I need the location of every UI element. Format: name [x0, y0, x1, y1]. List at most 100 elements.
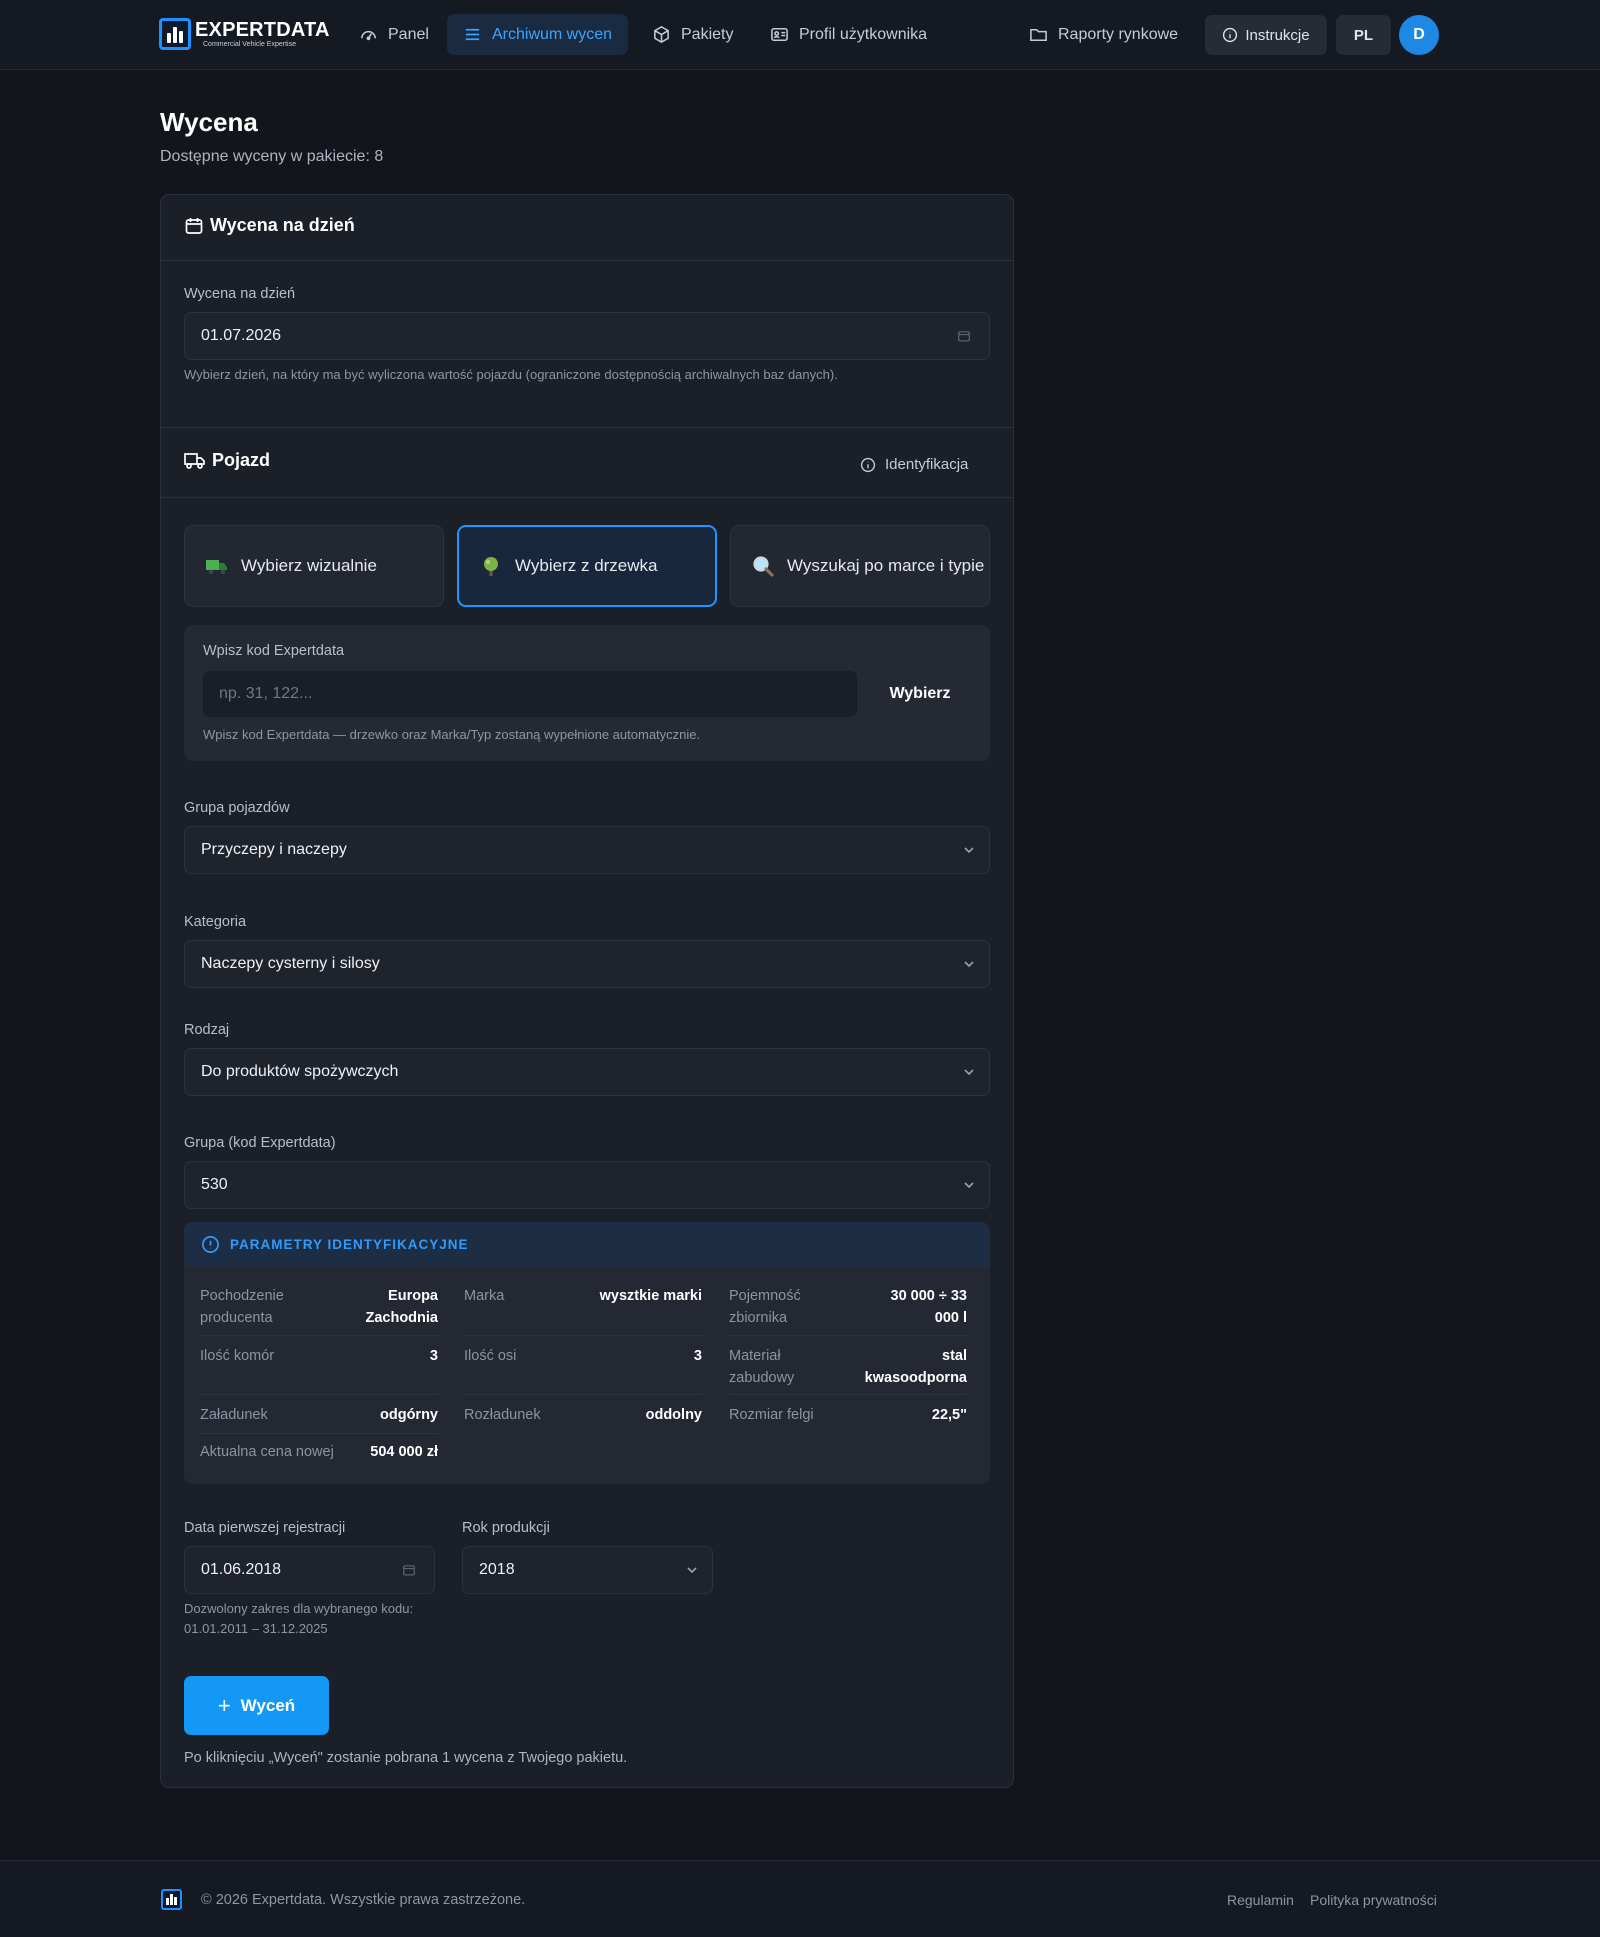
valuation-date-value: 01.07.2026 [201, 327, 282, 344]
footer: © 2026 Expertdata. Wszystkie prawa zastr… [0, 1860, 1600, 1937]
nav-packages[interactable]: Pakiety [636, 14, 749, 55]
chevron-down-icon [964, 1182, 974, 1189]
list-icon [465, 28, 480, 41]
identification-params-panel: PARAMETRY IDENTYFIKACYJNE Pochodzenie pro… [184, 1222, 990, 1484]
vehicle-group-select[interactable]: Przyczepy i naczepy [184, 826, 990, 874]
registration-date-input[interactable]: 01.06.2018 [184, 1546, 435, 1594]
user-avatar[interactable]: D [1399, 15, 1439, 55]
registration-date-label: Data pierwszej rejestracji [184, 1520, 346, 1536]
folder-icon [1030, 28, 1047, 41]
market-reports-label: Raporty rynkowe [1058, 25, 1179, 43]
brand-logo[interactable]: EXPERTDATA Commercial Vehicle Expertise [159, 18, 330, 50]
footer-copyright: © 2026 Expertdata. Wszystkie prawa zastr… [201, 1892, 526, 1908]
nav-profile[interactable]: Profil użytkownika [754, 14, 943, 55]
gauge-icon [361, 30, 376, 41]
param-value: 504 000 zł [370, 1444, 438, 1460]
valuation-card: Wycena na dzień Wycena na dzień 01.07.20… [160, 194, 1014, 1788]
params-header: PARAMETRY IDENTYFIKACYJNE [184, 1222, 990, 1266]
param-value: 30 000 ÷ 33 [890, 1288, 968, 1304]
calendar-picker-icon[interactable] [402, 1563, 416, 1577]
param-key: Marka [464, 1288, 505, 1304]
param-key: Aktualna cena nowej [200, 1444, 334, 1460]
instructions-button[interactable]: Instrukcje [1205, 15, 1327, 55]
kind-label: Rodzaj [184, 1022, 230, 1038]
code-select-button[interactable]: Wybierz [870, 671, 970, 717]
registration-range-hint: Dozwolony zakres dla wybranego kodu: 01.… [184, 1601, 414, 1636]
code-input[interactable]: np. 31, 122... [203, 671, 857, 717]
category-label: Kategoria [184, 914, 247, 930]
language-switch[interactable]: PL [1336, 15, 1391, 55]
page-title: Wycena [160, 107, 258, 137]
param-key: Pojemność [729, 1288, 801, 1304]
param-value: Europa [388, 1288, 438, 1304]
kind-select[interactable]: Do produktów spożywczych [184, 1048, 990, 1096]
id-card-icon [771, 28, 788, 41]
param-key: Załadunek [200, 1407, 268, 1423]
param-value: oddolny [645, 1407, 702, 1423]
language-label: PL [1353, 26, 1374, 44]
calendar-picker-icon[interactable] [957, 329, 971, 343]
info-circle-icon [860, 457, 876, 472]
param-value: stal [942, 1348, 967, 1364]
logo-chart-icon [159, 18, 191, 50]
avatar-initial: D [1413, 26, 1425, 43]
market-reports-link[interactable]: Raporty rynkowe [1013, 14, 1194, 55]
param-value: 3 [429, 1348, 438, 1364]
vehicle-section-header: Pojazd Identyfikacja [161, 427, 1013, 498]
valuation-date-input[interactable]: 01.07.2026 [184, 312, 990, 360]
option-select-tree[interactable]: Wybierz z drzewka [457, 525, 717, 607]
param-value: wysztkie marki [599, 1288, 702, 1304]
production-year-select[interactable]: 2018 [462, 1546, 713, 1594]
footer-terms-link[interactable]: Regulamin [1227, 1892, 1294, 1908]
param-value: kwasoodporna [864, 1370, 967, 1386]
category-select[interactable]: Naczepy cysterny i silosy [184, 940, 990, 988]
code-group-select[interactable]: 530 [184, 1161, 990, 1209]
info-circle-icon [1223, 27, 1238, 43]
nav-archive[interactable]: Archiwum wycen [447, 14, 629, 55]
page-subtitle: Dostępne wyceny w pakiecie: 8 [160, 148, 384, 165]
brand-title: EXPERTDATA [195, 19, 330, 41]
param-key: Rozładunek [464, 1407, 541, 1423]
truck-outline-icon [184, 452, 205, 469]
chevron-down-icon [964, 1069, 974, 1076]
package-icon [654, 26, 669, 43]
footer-logo-icon [161, 1889, 182, 1910]
vehicle-section-title: Pojazd [184, 450, 270, 471]
nav-panel-label: Panel [388, 25, 429, 43]
vehicle-group-label: Grupa pojazdów [184, 800, 290, 816]
production-year-label: Rok produkcji [462, 1520, 550, 1536]
code-hint: Wpisz kod Expertdata — drzewko oraz Mark… [203, 727, 701, 742]
identification-link[interactable]: Identyfikacja [860, 456, 968, 473]
chevron-down-icon [964, 961, 974, 968]
param-key: Rozmiar felgi [729, 1407, 814, 1423]
plus-icon: + [217, 1692, 231, 1718]
magnifier-icon [753, 556, 774, 577]
truck-icon [206, 560, 227, 575]
param-key: Pochodzenie [200, 1288, 284, 1304]
expertdata-code-box: Wpisz kod Expertdata np. 31, 122... Wybi… [184, 625, 990, 761]
brand-subtitle: Commercial Vehicle Expertise [203, 41, 296, 48]
param-value: 3 [693, 1348, 702, 1364]
nav-panel[interactable]: Panel [343, 14, 445, 55]
top-navigation: EXPERTDATA Commercial Vehicle Expertise … [0, 0, 1600, 70]
chevron-down-icon [964, 847, 974, 854]
date-section-title: Wycena na dzień [184, 215, 355, 236]
param-key: Materiał [729, 1348, 781, 1364]
valuation-date-label: Wycena na dzień [184, 286, 296, 302]
footer-privacy-link[interactable]: Polityka prywatności [1310, 1892, 1437, 1908]
option-select-visual[interactable]: Wybierz wizualnie [184, 525, 444, 607]
code-label: Wpisz kod Expertdata [203, 643, 345, 659]
nav-packages-label: Pakiety [681, 25, 734, 43]
calendar-icon [185, 217, 203, 234]
param-value: Zachodnia [365, 1310, 438, 1326]
tree-icon [484, 557, 498, 576]
valuation-date-hint: Wybierz dzień, na który ma być wyliczona… [184, 367, 838, 382]
param-key: zbiornika [729, 1310, 788, 1326]
param-value: 22,5" [931, 1407, 967, 1423]
valuate-button[interactable]: + Wyceń [184, 1676, 329, 1735]
param-key: zabudowy [729, 1370, 795, 1386]
instructions-label: Instrukcje [1245, 26, 1310, 44]
param-value: 000 l [934, 1310, 967, 1326]
option-search-make-type[interactable]: Wyszukaj po marce i typie [730, 525, 990, 607]
chevron-down-icon [687, 1567, 697, 1574]
